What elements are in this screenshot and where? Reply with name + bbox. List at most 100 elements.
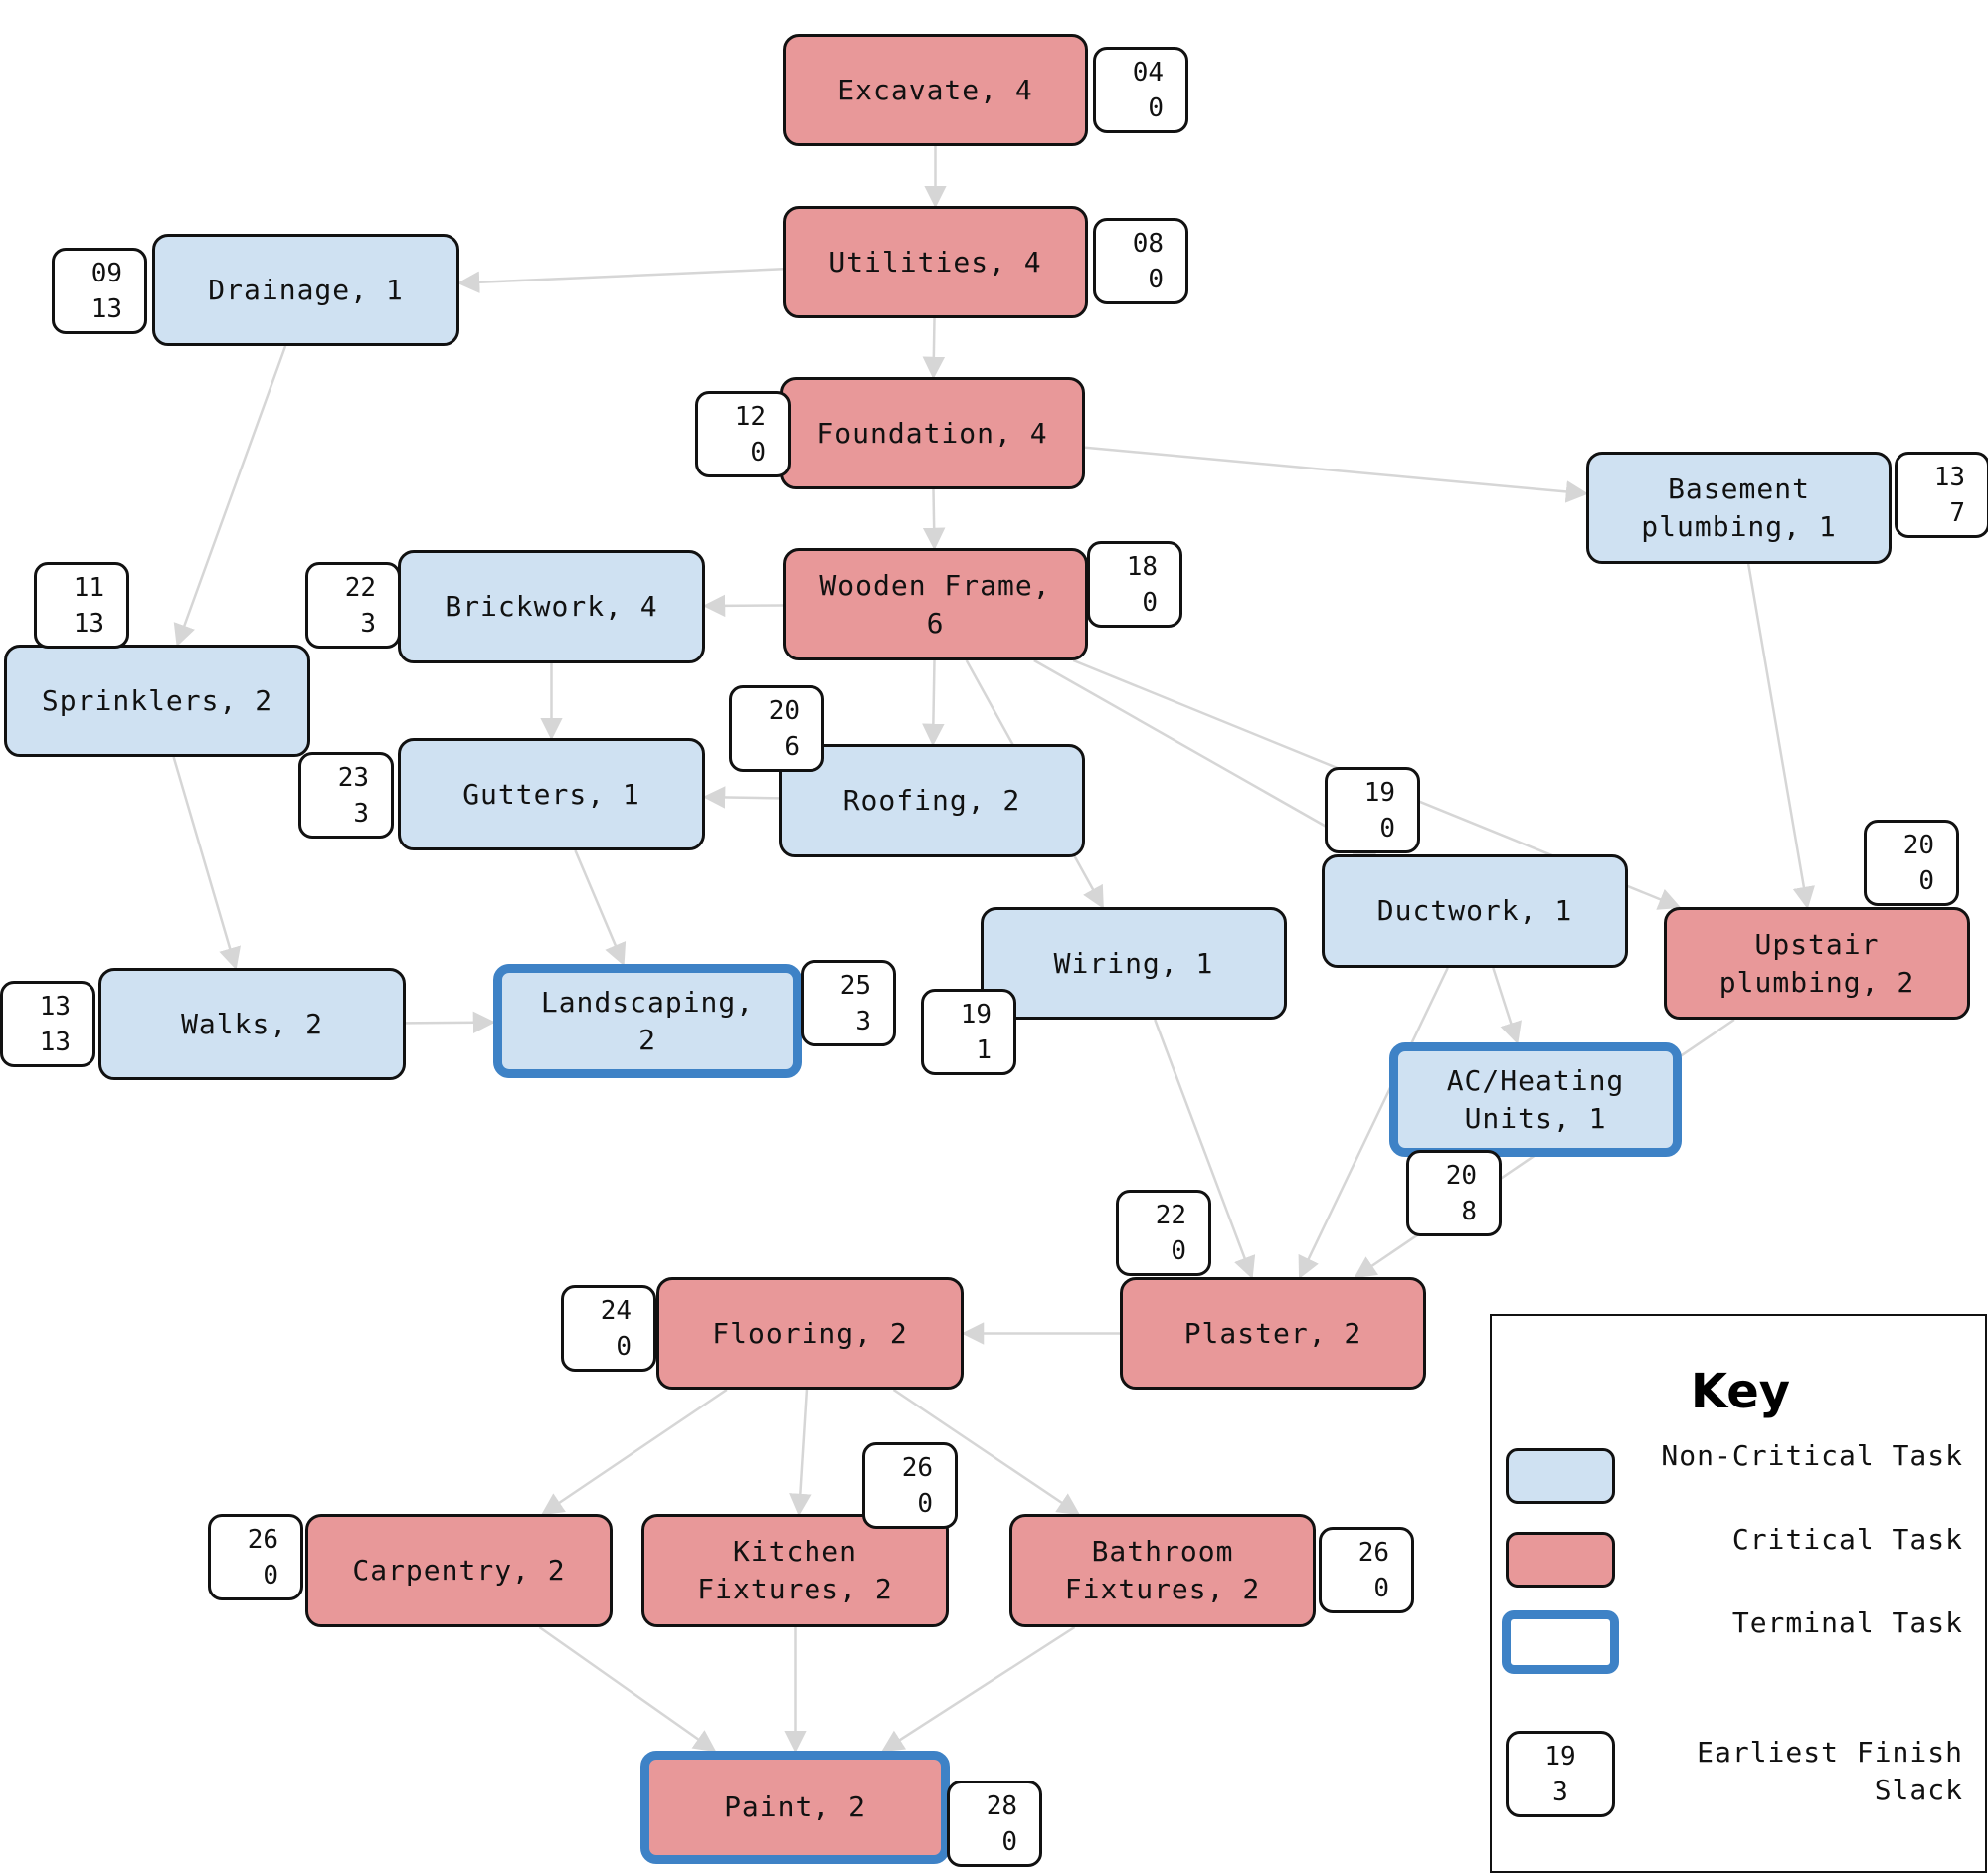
legend-swatch-terminal (1502, 1610, 1619, 1674)
task-label: Kitchen Fixtures, 2 (697, 1535, 893, 1605)
task-label: Foundation, 4 (816, 416, 1048, 450)
task-label: Utilities, 4 (828, 245, 1042, 279)
earliest-finish: 19 (1363, 777, 1395, 808)
task-label: Ductwork, 1 (1376, 894, 1573, 927)
schedule-badge-ac-heating: 20 8 (1406, 1150, 1502, 1236)
edge-drainage-to-sprinklers (173, 345, 287, 648)
edge-roofing-to-gutters (702, 786, 780, 809)
task-label: Excavate, 4 (837, 73, 1033, 106)
slack: 0 (1373, 1573, 1389, 1603)
task-node-ductwork: Ductwork, 1 (1322, 854, 1628, 968)
task-label: Roofing, 2 (842, 784, 1021, 817)
legend: Key Non-Critical Task Critical Task Term… (1490, 1314, 1987, 1873)
schedule-badge-flooring: 24 0 (561, 1285, 656, 1372)
edge-foundation-to-wooden-frame (922, 488, 946, 551)
earliest-finish: 20 (1902, 830, 1934, 860)
slack: 0 (616, 1331, 632, 1362)
task-node-brickwork: Brickwork, 4 (398, 550, 705, 663)
schedule-badge-utilities: 08 0 (1093, 218, 1188, 304)
task-node-flooring: Flooring, 2 (656, 1277, 964, 1390)
slack: 3 (855, 1006, 871, 1036)
slack: 6 (784, 731, 800, 762)
edge-basement-plumbing-to-upstair-plumbing (1746, 563, 1815, 910)
task-label: Wiring, 1 (1053, 946, 1214, 980)
schedule-badge-wooden-frame: 18 0 (1087, 541, 1182, 628)
schedule-badge-roofing: 20 6 (729, 685, 824, 772)
legend-label-badge: Earliest Finish Slack (1697, 1736, 1963, 1806)
schedule-badge-gutters: 23 3 (298, 752, 394, 839)
schedule-badge-wiring: 19 1 (921, 989, 1016, 1075)
legend-badge-slack: 3 (1552, 1777, 1568, 1807)
task-node-upstair-plumbing: Upstair plumbing, 2 (1664, 907, 1970, 1020)
task-label: Drainage, 1 (208, 273, 404, 306)
slack: 0 (917, 1488, 933, 1519)
earliest-finish: 20 (1445, 1160, 1477, 1191)
edge-gutters-to-landscaping (574, 849, 627, 967)
slack: 1 (976, 1034, 992, 1065)
edge-wooden-frame-to-brickwork (702, 594, 784, 618)
edge-foundation-to-basement-plumbing (1084, 446, 1589, 503)
task-node-walks: Walks, 2 (98, 968, 406, 1080)
slack: 13 (73, 608, 104, 639)
earliest-finish: 25 (839, 970, 871, 1001)
schedule-badge-basement-plumbing: 13 7 (1895, 452, 1988, 538)
slack: 7 (1949, 497, 1965, 528)
schedule-badge-foundation: 12 0 (695, 391, 791, 477)
earliest-finish: 26 (247, 1524, 278, 1555)
earliest-finish: 09 (90, 258, 122, 288)
task-label: Bathroom Fixtures, 2 (1064, 1535, 1261, 1605)
schedule-badge-bathroom-fixtures: 26 0 (1319, 1527, 1414, 1613)
task-node-drainage: Drainage, 1 (152, 234, 459, 346)
slack: 3 (353, 798, 369, 829)
earliest-finish: 13 (1933, 462, 1965, 492)
task-node-landscaping: Landscaping, 2 (493, 964, 802, 1078)
task-label: Basement plumbing, 1 (1641, 471, 1837, 543)
earliest-finish: 22 (1155, 1200, 1186, 1230)
task-label: Flooring, 2 (712, 1316, 908, 1350)
legend-swatch-critical (1506, 1532, 1615, 1588)
legend-badge-earliest-finish: 19 (1544, 1741, 1576, 1772)
edge-flooring-to-carpentry (541, 1388, 728, 1516)
earliest-finish: 22 (344, 572, 376, 603)
schedule-badge-landscaping: 25 3 (801, 960, 896, 1046)
edge-utilities-to-foundation (922, 317, 946, 380)
schedule-badge-kitchen-fixtures: 26 0 (862, 1442, 958, 1529)
task-node-kitchen-fixtures: Kitchen Fixtures, 2 (641, 1514, 949, 1627)
slack: 0 (1148, 264, 1164, 294)
legend-label-critical: Critical Task (1731, 1523, 1963, 1556)
schedule-badge-paint: 28 0 (947, 1781, 1042, 1867)
edge-wooden-frame-to-roofing (922, 659, 945, 747)
slack: 0 (1001, 1826, 1017, 1857)
task-label: Landscaping, 2 (540, 985, 755, 1056)
schedule-badge-drainage: 09 13 (52, 248, 147, 334)
task-node-ac-heating: AC/Heating Units, 1 (1389, 1042, 1682, 1157)
task-node-roofing: Roofing, 2 (779, 744, 1085, 857)
earliest-finish: 28 (986, 1790, 1017, 1821)
earliest-finish: 26 (1357, 1537, 1389, 1568)
legend-swatch-non-critical (1506, 1448, 1615, 1504)
task-label: Walks, 2 (181, 1007, 323, 1040)
task-node-paint: Paint, 2 (640, 1751, 950, 1864)
task-label: Plaster, 2 (1183, 1316, 1362, 1350)
earliest-finish: 24 (600, 1295, 632, 1326)
task-label: Paint, 2 (724, 1790, 866, 1823)
edge-utilities-to-drainage (456, 268, 784, 294)
task-label: Sprinklers, 2 (41, 683, 273, 717)
earliest-finish: 20 (768, 695, 800, 726)
schedule-badge-plaster: 22 0 (1116, 1190, 1211, 1276)
schedule-badge-ductwork: 19 0 (1325, 767, 1420, 853)
earliest-finish: 08 (1132, 228, 1164, 259)
schedule-badge-carpentry: 26 0 (208, 1514, 303, 1600)
task-node-carpentry: Carpentry, 2 (305, 1514, 613, 1627)
task-node-sprinklers: Sprinklers, 2 (4, 645, 310, 757)
edge-carpentry-to-paint (538, 1625, 717, 1753)
task-label: Upstair plumbing, 2 (1718, 927, 1915, 999)
edge-sprinklers-to-walks (172, 756, 241, 971)
slack: 13 (90, 293, 122, 324)
task-node-bathroom-fixtures: Bathroom Fixtures, 2 (1009, 1514, 1316, 1627)
task-label: Carpentry, 2 (352, 1554, 566, 1587)
task-node-utilities: Utilities, 4 (783, 206, 1088, 318)
earliest-finish: 04 (1132, 57, 1164, 88)
legend-title: Key (1690, 1364, 1791, 1419)
edge-walks-to-landscaping (405, 1011, 496, 1034)
